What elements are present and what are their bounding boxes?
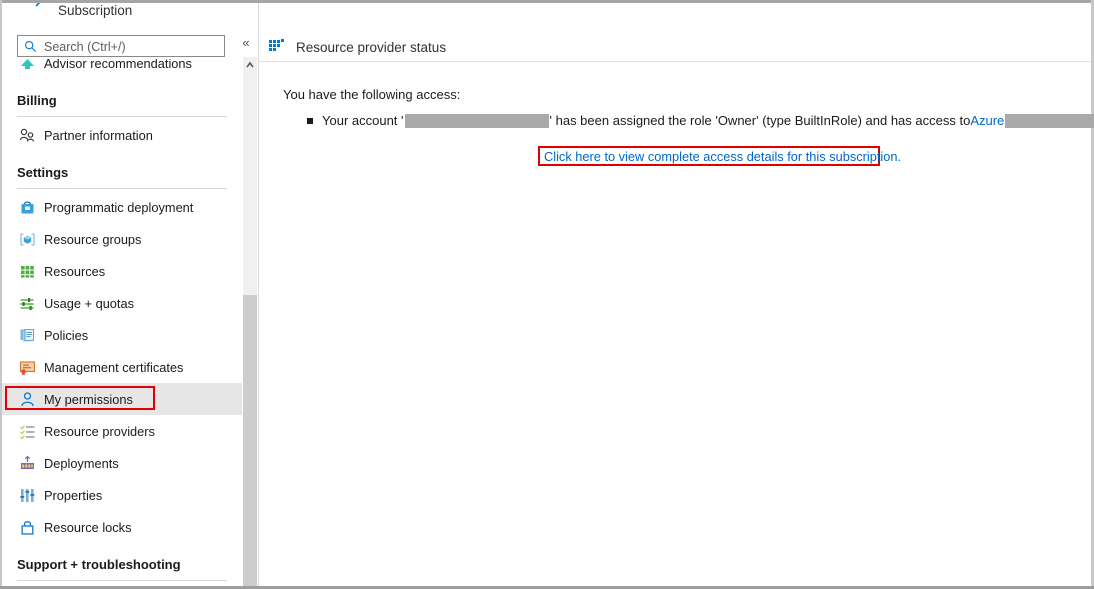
sidebar-section-label: Billing (17, 93, 242, 108)
collapse-sidebar-button[interactable]: « (238, 35, 254, 51)
key-icon (35, 3, 53, 9)
resources-grid-icon (17, 262, 37, 280)
usage-quotas-icon (17, 294, 37, 312)
sidebar-item-my-permissions[interactable]: My permissions (2, 383, 242, 415)
lock-icon (17, 518, 37, 536)
sidebar-item-programmatic-deployment[interactable]: Programmatic deployment (2, 191, 242, 223)
access-intro-text: You have the following access: (283, 87, 460, 102)
search-icon (24, 40, 37, 53)
blade-title: Subscription (2, 3, 242, 25)
sidebar-section-billing: Billing (2, 79, 242, 111)
deployments-icon (17, 454, 37, 472)
sidebar-section-settings: Settings (2, 151, 242, 183)
sidebar-item-label: Programmatic deployment (44, 200, 193, 215)
search-box[interactable] (17, 35, 225, 57)
sidebar: Subscription Advisor recommendations Bill… (2, 3, 242, 586)
account-prefix-text: Your account ' (322, 113, 404, 128)
sidebar-item-properties[interactable]: Properties (2, 479, 242, 511)
sidebar-item-partner-information[interactable]: Partner information (2, 119, 242, 151)
sidebar-item-advisor-recommendations[interactable]: Advisor recommendations (2, 59, 242, 79)
redacted-tenant-name (1005, 114, 1094, 128)
blade-title-label: Subscription (58, 3, 132, 18)
person-icon (17, 390, 37, 408)
resource-group-icon (17, 230, 37, 248)
sidebar-item-management-certificates[interactable]: Management certificates (2, 351, 242, 383)
content-header: Resource provider status (259, 30, 1091, 64)
sidebar-item-label: Partner information (44, 128, 153, 143)
scroll-up-button[interactable] (243, 57, 257, 73)
sidebar-item-resource-locks[interactable]: Resource locks (2, 511, 242, 543)
bullet-marker-icon (307, 118, 313, 124)
search-input[interactable] (42, 36, 224, 58)
sidebar-item-label: Resource providers (44, 424, 155, 439)
sidebar-item-label: Resource groups (44, 232, 141, 247)
access-detail-row: Your account ' ' has been assigned the r… (307, 113, 1094, 128)
sidebar-section-label: Settings (17, 165, 242, 180)
certificate-icon (17, 358, 37, 376)
sidebar-item-resources[interactable]: Resources (2, 255, 242, 287)
redacted-account-name (405, 114, 549, 128)
content-header-title: Resource provider status (296, 40, 446, 55)
access-details-link[interactable]: Click here to view complete access detai… (544, 149, 901, 164)
sidebar-item-label: Management certificates (44, 360, 183, 375)
sidebar-section-divider (17, 116, 227, 117)
sidebar-item-label: Advisor recommendations (44, 59, 192, 71)
sidebar-nav-list: Advisor recommendations Billing Partner in… (2, 59, 242, 583)
provider-list-icon (17, 422, 37, 440)
sidebar-section-divider (17, 188, 227, 189)
sidebar-scrollbar[interactable] (243, 57, 257, 586)
sidebar-item-label: Resources (44, 264, 105, 279)
deployment-bag-icon (17, 198, 37, 216)
partner-icon (17, 126, 37, 144)
sidebar-item-deployments[interactable]: Deployments (2, 447, 242, 479)
sidebar-item-label: Resource locks (44, 520, 131, 535)
sidebar-item-policies[interactable]: Policies (2, 319, 242, 351)
sidebar-item-resource-providers[interactable]: Resource providers (2, 415, 242, 447)
sidebar-section-label: Support + troubleshooting (17, 557, 242, 572)
sidebar-item-label: Policies (44, 328, 88, 343)
scrollbar-thumb[interactable] (243, 295, 257, 586)
role-description-text: ' has been assigned the role 'Owner' (ty… (550, 113, 971, 128)
sidebar-item-label: My permissions (44, 392, 133, 407)
sidebar-section-divider (17, 580, 227, 581)
properties-icon (17, 486, 37, 504)
sidebar-item-label: Deployments (44, 456, 119, 471)
policies-icon (17, 326, 37, 344)
sidebar-item-resource-groups[interactable]: Resource groups (2, 223, 242, 255)
main-content: Resource provider status You have the fo… (259, 3, 1091, 586)
advisor-icon (17, 59, 37, 72)
sidebar-item-label: Properties (44, 488, 102, 503)
resource-provider-icon (268, 38, 286, 56)
azure-link[interactable]: Azure (970, 113, 1004, 128)
sidebar-item-usage-quotas[interactable]: Usage + quotas (2, 287, 242, 319)
content-header-divider (259, 61, 1091, 62)
sidebar-scroll-area: Advisor recommendations Billing Partner in… (2, 59, 242, 586)
sidebar-item-label: Usage + quotas (44, 296, 134, 311)
sidebar-section-support-troubleshooting: Support + troubleshooting (2, 543, 242, 575)
